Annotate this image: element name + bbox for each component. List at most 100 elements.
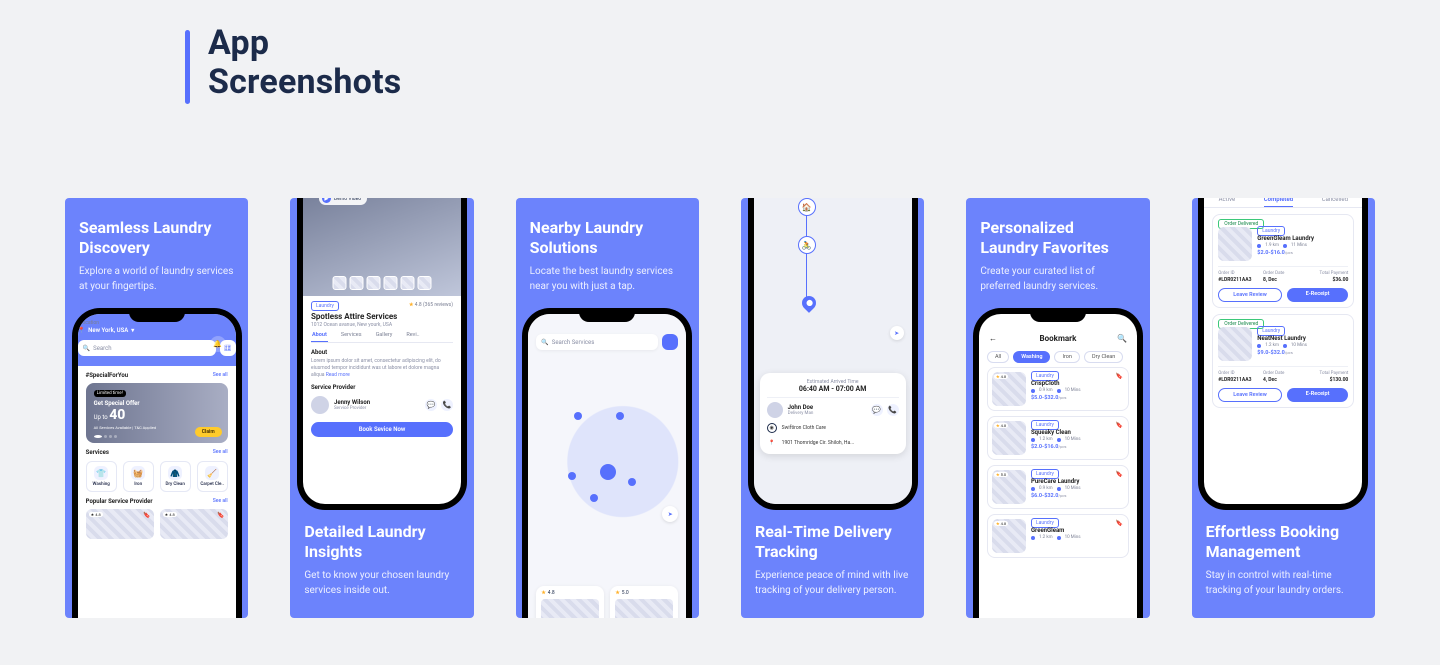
offer-upto: Up to <box>94 414 110 421</box>
map[interactable] <box>528 314 686 618</box>
about-heading: About <box>311 349 453 356</box>
e-receipt-button[interactable]: E-Receipt <box>1287 388 1349 402</box>
bookings-screen: Active Completed Cancelled Order Deliver… <box>1204 198 1362 504</box>
bookmark-icon[interactable]: 🔖 <box>1115 471 1122 478</box>
tab-gallery[interactable]: Gallery <box>375 332 394 342</box>
claim-button[interactable]: Claim <box>195 427 222 437</box>
chat-button[interactable]: 💬 <box>425 399 437 411</box>
card-insights: ▶Demo Video ★ 4.8 (365 reviews) Laundry … <box>290 198 473 618</box>
card-title: Nearby Laundry Solutions <box>530 218 685 258</box>
result-pin[interactable] <box>574 412 582 420</box>
tab-completed[interactable]: Completed <box>1264 198 1293 203</box>
bookmark-item[interactable]: ★4.8 Laundry GreenGleam 1.2 km10 Mins 🔖 <box>987 514 1129 558</box>
card-desc: Experience peace of mind with live track… <box>755 568 910 598</box>
tab-services[interactable]: Services <box>340 332 363 342</box>
card-caption: Seamless Laundry Discovery Explore a wor… <box>79 218 234 294</box>
recenter-button[interactable]: ➤ <box>890 326 904 340</box>
section-heading: App Screenshots <box>185 24 401 104</box>
read-more-link[interactable]: Read more <box>326 372 350 378</box>
star-icon: ★ <box>409 302 413 308</box>
chat-button[interactable]: 💬 <box>871 404 883 416</box>
order-date-label: Order Date <box>1263 371 1304 376</box>
filter-button[interactable] <box>662 334 678 350</box>
tab-reviews[interactable]: Revi.. <box>405 332 420 342</box>
recenter-button[interactable]: ➤ <box>662 506 678 522</box>
see-all-link[interactable]: See all <box>213 372 228 379</box>
bookmark-item[interactable]: ★4.8 Laundry Squeaky Clean 1.2 km10 Mins… <box>987 416 1129 460</box>
result-pin[interactable] <box>590 494 598 502</box>
card-title: Effortless Booking Management <box>1206 522 1361 562</box>
location-selector[interactable]: 📍 New York, USA ▾ <box>78 327 236 334</box>
total-value: $36.00 <box>1308 277 1349 283</box>
filter-iron[interactable]: Iron <box>1054 351 1079 363</box>
search-input[interactable]: 🔍 Search Services <box>536 334 658 350</box>
offer-banner[interactable]: Limited time! Get Special Offer Up to 40… <box>86 383 228 443</box>
rating-badge: ★4.8 <box>541 590 599 596</box>
order-tabs: Active Completed Cancelled <box>1204 198 1362 208</box>
bookmark-icon[interactable]: 🔖 <box>1115 520 1122 527</box>
store-line: ◉Swiftiron Cloth Care <box>767 423 899 433</box>
gallery-thumbs[interactable] <box>332 276 431 290</box>
call-button[interactable]: 📞 <box>887 404 899 416</box>
service-washing[interactable]: 👕Washing <box>86 461 117 492</box>
bookmark-item[interactable]: ★5.0 Laundry PureCare Laundry 0.9 km10 M… <box>987 465 1129 509</box>
tab-active[interactable]: Active <box>1219 198 1236 203</box>
result-pin[interactable] <box>628 478 636 486</box>
demo-video-button[interactable]: ▶Demo Video <box>319 198 367 205</box>
book-service-button[interactable]: Book Sevice Now <box>311 422 453 437</box>
price-unit: /pcs <box>1058 444 1066 449</box>
search-input[interactable]: 🔍 Search <box>78 340 216 356</box>
notifications-button[interactable]: 🔔 <box>210 336 226 352</box>
star-icon: ★ <box>615 590 619 596</box>
see-all-link[interactable]: See all <box>213 449 228 456</box>
price: $9.0-$32.0 <box>1257 350 1284 356</box>
back-button[interactable]: ← <box>989 334 1001 343</box>
result-image <box>615 599 673 618</box>
offer-line2: Up to 40 <box>94 407 220 423</box>
phone-notch <box>129 308 185 322</box>
services-section: Services See all 👕Washing 🧺Iron 🧥Dry Cle… <box>78 443 236 492</box>
filter-dry[interactable]: Dry Clean <box>1084 351 1123 363</box>
card-desc: Explore a world of laundry services at y… <box>79 264 234 294</box>
bookmark-icon[interactable]: 🔖 <box>1115 422 1122 429</box>
origin-pin: 🏠 <box>798 198 816 216</box>
bookmark-item[interactable]: ★4.8 Laundry CrispCloth 0.9 km10 Mins $5… <box>987 367 1129 411</box>
see-all-link[interactable]: See all <box>213 498 228 505</box>
tab-cancelled[interactable]: Cancelled <box>1322 198 1348 203</box>
result-pin[interactable] <box>568 472 576 480</box>
map[interactable] <box>754 198 912 504</box>
result-pin[interactable] <box>616 412 624 420</box>
price-unit: /pcs <box>1058 395 1066 400</box>
provider-card[interactable]: ★ 4.8 🔖 <box>160 509 228 539</box>
service-dry-clean[interactable]: 🧥Dry Clean <box>160 461 191 492</box>
rating-badge: ★ 4.8 <box>89 512 103 517</box>
services-list: 👕Washing 🧺Iron 🧥Dry Clean 🧹Carpet Cle.. <box>86 461 228 492</box>
section-title: Services <box>86 449 109 456</box>
filter-all[interactable]: All <box>987 351 1009 363</box>
courier-pin: 🚴 <box>798 236 816 254</box>
distance: 0.9 km <box>1039 486 1053 491</box>
bookmark-icon[interactable]: 🔖 <box>143 512 150 519</box>
call-button[interactable]: 📞 <box>441 399 453 411</box>
tab-about[interactable]: About <box>311 332 328 342</box>
order-card: Order Delivered Laundry GreenGleam Laund… <box>1212 214 1354 308</box>
rating-badge: ★5.0 <box>994 472 1008 477</box>
offer-pagination <box>94 435 117 438</box>
provider-card[interactable]: ★ 4.8 🔖 <box>86 509 154 539</box>
bookmark-icon[interactable]: 🔖 <box>217 512 224 519</box>
filter-washing[interactable]: Washing <box>1013 351 1050 363</box>
leave-review-button[interactable]: Leave Review <box>1218 388 1282 402</box>
phone-frame: 🔍 Search Services ➤ ★4.8 NeatKnits Laund… <box>522 308 692 618</box>
about-block: About Lorem ipsum dolor sit amet, consec… <box>311 349 453 378</box>
map-result-card[interactable]: ★5.0 PurePress La.. 0.9 km4 Mins $3.0-$1… <box>610 586 678 618</box>
bookmark-list: ★4.8 Laundry CrispCloth 0.9 km10 Mins $5… <box>979 367 1137 558</box>
leave-review-button[interactable]: Leave Review <box>1218 288 1282 302</box>
service-iron[interactable]: 🧺Iron <box>123 461 154 492</box>
e-receipt-button[interactable]: E-Receipt <box>1287 288 1349 302</box>
service-carpet[interactable]: 🧹Carpet Cle.. <box>197 461 228 492</box>
search-button[interactable]: 🔍 <box>1115 334 1127 343</box>
screen-title: Bookmark <box>1000 334 1115 343</box>
price: $6.0-$32.0 <box>1031 493 1058 499</box>
map-result-card[interactable]: ★4.8 NeatKnits Laundry 0.5 km2 Mins $7.0… <box>536 586 604 618</box>
bookmark-icon[interactable]: 🔖 <box>1115 373 1122 380</box>
